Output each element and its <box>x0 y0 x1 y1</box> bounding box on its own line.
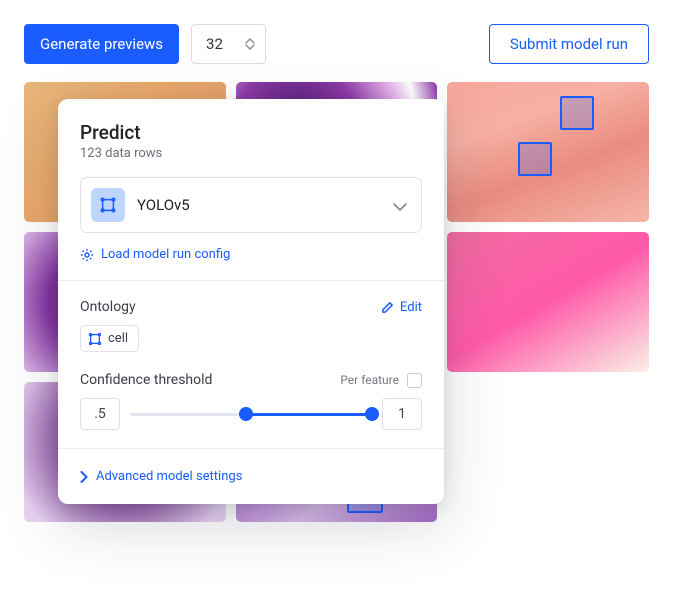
ontology-head: Ontology Edit <box>80 299 422 315</box>
toolbar: Generate previews 32 Submit model run <box>24 24 649 82</box>
detection-box <box>518 142 552 176</box>
ontology-tags: cell <box>80 325 422 352</box>
slider-handle-low[interactable] <box>239 407 253 421</box>
advanced-model-settings-toggle[interactable]: Advanced model settings <box>80 469 422 504</box>
ontology-heading: Ontology <box>80 299 136 315</box>
advanced-label: Advanced model settings <box>96 469 242 484</box>
ontology-edit-link[interactable]: Edit <box>381 300 422 315</box>
batch-size-stepper[interactable]: 32 <box>191 24 266 64</box>
preview-thumb[interactable] <box>447 232 649 372</box>
preview-thumb[interactable] <box>447 82 649 222</box>
panel-title: Predict <box>80 121 422 144</box>
chevron-down-icon <box>393 196 407 215</box>
panel-subtitle: 123 data rows <box>80 146 422 161</box>
threshold-low-input[interactable]: .5 <box>80 398 120 430</box>
pencil-icon <box>381 301 394 314</box>
load-config-label: Load model run config <box>101 247 230 262</box>
ontology-tag[interactable]: cell <box>80 325 139 352</box>
stepper-arrows[interactable] <box>245 38 255 50</box>
per-feature-label: Per feature <box>340 373 399 387</box>
edit-label: Edit <box>400 300 422 315</box>
load-model-run-config-link[interactable]: Load model run config <box>80 247 422 262</box>
bounding-box-icon <box>91 188 125 222</box>
threshold-controls: .5 1 <box>80 398 422 430</box>
model-select[interactable]: YOLOv5 <box>80 177 422 233</box>
threshold-slider[interactable] <box>130 398 372 430</box>
per-feature-checkbox[interactable] <box>407 373 422 388</box>
per-feature-toggle: Per feature <box>340 373 422 388</box>
detection-box <box>560 96 594 130</box>
generate-previews-button[interactable]: Generate previews <box>24 24 179 64</box>
divider <box>58 280 444 281</box>
spacer <box>278 24 477 64</box>
chevron-down-icon <box>245 44 255 50</box>
submit-model-run-button[interactable]: Submit model run <box>489 24 649 64</box>
chevron-right-icon <box>80 471 88 483</box>
predict-panel: Predict 123 data rows YOLOv5 Load model … <box>58 99 444 504</box>
divider <box>58 448 444 449</box>
model-name: YOLOv5 <box>137 196 381 214</box>
threshold-high-input[interactable]: 1 <box>382 398 422 430</box>
threshold-head: Confidence threshold Per feature <box>80 372 422 388</box>
threshold-heading: Confidence threshold <box>80 372 212 388</box>
gear-icon <box>80 248 94 262</box>
batch-size-value: 32 <box>206 35 223 53</box>
slider-fill <box>246 413 372 416</box>
tag-label: cell <box>108 331 128 346</box>
bounding-box-icon <box>88 332 102 346</box>
slider-handle-high[interactable] <box>365 407 379 421</box>
